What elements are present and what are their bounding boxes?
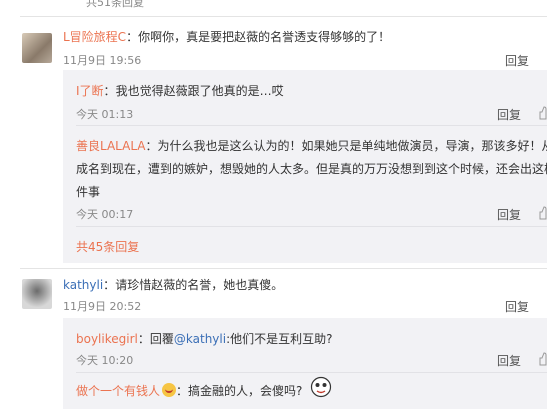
separator: ： xyxy=(126,30,139,44)
more-replies-link-top[interactable]: 共51条回复 xyxy=(86,0,144,10)
like-icon[interactable] xyxy=(539,106,547,120)
comment-1-reply-button[interactable]: 回复 xyxy=(505,52,529,69)
reply-3-user[interactable]: boylikegirl xyxy=(76,332,138,346)
like-icon[interactable] xyxy=(539,352,547,366)
reply-2-user[interactable]: 善良LALALA xyxy=(76,139,146,153)
reply-4-line: 做个一个有钱人 ：搞金融的人，会傻吗? xyxy=(76,382,302,399)
reply-3-prefix: 回覆 xyxy=(149,332,174,346)
separator: ： xyxy=(103,278,116,292)
comment-1-text: 你啊你，真是要把赵薇的名誉透支得够够的了！ xyxy=(138,30,391,44)
reply-1-user[interactable]: I了断 xyxy=(76,84,104,98)
reply-2-text-2: 成名到现在，遭到的嫉妒，想毁她的人太多。但是真的万万没想到到这个时候，还会出这样 xyxy=(76,162,547,176)
more-replies-link[interactable]: 共45条回复 xyxy=(76,238,139,255)
divider xyxy=(76,125,547,126)
avatar[interactable] xyxy=(22,279,52,309)
money-face-icon xyxy=(162,383,177,397)
comment-2-line: kathyli：请珍惜赵薇的名誉，她也真傻。 xyxy=(63,276,283,293)
reply-4-text: 搞金融的人，会傻吗? xyxy=(188,384,303,398)
doge-face-icon xyxy=(310,376,332,398)
comment-1-user[interactable]: L冒险旅程C xyxy=(63,30,126,44)
like-icon[interactable] xyxy=(539,206,547,220)
divider xyxy=(20,268,547,269)
reply-2-text-3: 件事 xyxy=(76,185,101,199)
reply-2-line1: 善良LALALA：为什么我也是这么认为的！如果她只是单纯地做演员，导演，那该多好… xyxy=(76,137,547,154)
comment-1-line: L冒险旅程C：你啊你，真是要把赵薇的名誉透支得够够的了！ xyxy=(63,28,390,45)
reply-1-time: 今天 01:13 xyxy=(76,108,134,121)
separator: ： xyxy=(137,332,150,346)
reply-1-line: I了断：我也觉得赵薇跟了他真的是…哎 xyxy=(76,82,284,99)
comment-2-text: 请珍惜赵薇的名誉，她也真傻。 xyxy=(115,278,284,292)
reply-1-reply-button[interactable]: 回复 xyxy=(497,106,521,123)
separator: ： xyxy=(176,384,189,398)
reply-3-line: boylikegirl：回覆@kathyli:他们不是互利互助? xyxy=(76,330,332,347)
comment-2-reply-button[interactable]: 回复 xyxy=(505,298,529,315)
reply-3-time: 今天 10:20 xyxy=(76,354,134,367)
mention-link[interactable]: @kathyli xyxy=(174,332,226,346)
separator: ： xyxy=(145,139,158,153)
reply-2-time: 今天 00:17 xyxy=(76,208,134,221)
reply-3-text: :他们不是互利互助? xyxy=(226,332,333,346)
reply-2-reply-button[interactable]: 回复 xyxy=(497,206,521,223)
comment-2-user[interactable]: kathyli xyxy=(63,278,103,292)
divider xyxy=(76,226,547,227)
comment-1-time: 11月9日 19:56 xyxy=(63,54,142,67)
comment-2-time: 11月9日 20:52 xyxy=(63,300,142,313)
divider xyxy=(76,372,547,373)
reply-4-user[interactable]: 做个一个有钱人 xyxy=(76,384,160,398)
reply-3-reply-button[interactable]: 回复 xyxy=(497,352,521,369)
reply-1-text: 我也觉得赵薇跟了他真的是…哎 xyxy=(115,84,284,98)
reply-2-text-1: 为什么我也是这么认为的！如果她只是单纯地做演员，导演，那该多好！从 xyxy=(157,139,547,153)
divider xyxy=(20,16,547,17)
avatar[interactable] xyxy=(22,33,52,63)
separator: ： xyxy=(103,84,116,98)
